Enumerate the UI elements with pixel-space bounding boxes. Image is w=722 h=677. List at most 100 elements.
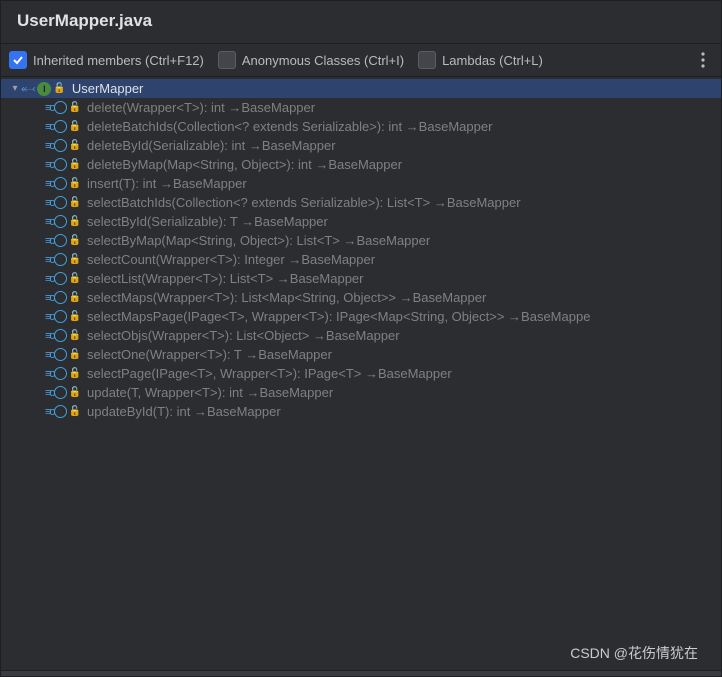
- check-icon: [418, 51, 436, 69]
- lock-icon: 🔓: [69, 216, 81, 227]
- lock-icon: 🔓: [69, 330, 81, 341]
- method-icon: [54, 348, 67, 361]
- tree-item[interactable]: ≡o 🔓 updateById(T): int →BaseMapper: [1, 402, 721, 421]
- override-icon: ≡o: [45, 216, 54, 228]
- structure-tree[interactable]: ▾ ⬷ I 🔓 UserMapper ≡o 🔓 delete(Wrapper<T>…: [1, 77, 721, 670]
- tree-item[interactable]: ≡o 🔓 selectList(Wrapper<T>): List<T> →Bas…: [1, 269, 721, 288]
- kebab-icon: [701, 52, 705, 68]
- override-icon: ≡o: [45, 140, 54, 152]
- override-icon: ≡o: [45, 254, 54, 266]
- tree-item[interactable]: ≡o 🔓 selectCount(Wrapper<T>): Integer →Ba…: [1, 250, 721, 269]
- override-icon: ≡o: [45, 197, 54, 209]
- page-title: UserMapper.java: [17, 11, 152, 30]
- method-icon: [54, 177, 67, 190]
- structure-popup: UserMapper.java Inherited members (Ctrl+…: [0, 0, 722, 677]
- override-icon: ≡o: [45, 178, 54, 190]
- check-icon: [9, 51, 27, 69]
- tree-root[interactable]: ▾ ⬷ I 🔓 UserMapper: [1, 79, 721, 98]
- node-icons: ≡o 🔓: [45, 101, 81, 114]
- tree-item[interactable]: ≡o 🔓 deleteById(Serializable): int →BaseM…: [1, 136, 721, 155]
- node-icons: ≡o 🔓: [45, 158, 81, 171]
- node-label: deleteByMap(Map<String, Object>): int →B…: [87, 157, 402, 172]
- override-icon: ≡o: [45, 349, 54, 361]
- node-icons: ≡o 🔓: [45, 348, 81, 361]
- method-icon: [54, 215, 67, 228]
- statusbar: [1, 670, 721, 676]
- tree-item[interactable]: ≡o 🔓 selectById(Serializable): T →BaseMap…: [1, 212, 721, 231]
- override-icon: ≡o: [45, 102, 54, 114]
- checkbox-label: Anonymous Classes (Ctrl+I): [242, 53, 404, 68]
- tree-item[interactable]: ≡o 🔓 deleteBatchIds(Collection<? extends …: [1, 117, 721, 136]
- tree-item[interactable]: ≡o 🔓selectOne(Wrapper<T>): T →BaseMapper: [1, 345, 721, 364]
- method-icon: [54, 291, 67, 304]
- lock-icon: 🔓: [69, 387, 81, 398]
- node-icons: ≡o 🔓: [45, 329, 81, 342]
- node-label: deleteById(Serializable): int →BaseMappe…: [87, 138, 336, 153]
- node-icons: ≡o 🔓: [45, 291, 81, 304]
- lock-icon: 🔓: [53, 83, 65, 94]
- tree-item[interactable]: ≡o 🔓update(T, Wrapper<T>): int →BaseMapp…: [1, 383, 721, 402]
- node-icons: ≡o 🔓: [45, 139, 81, 152]
- tree-item[interactable]: ≡o 🔓selectByMap(Map<String, Object>): Li…: [1, 231, 721, 250]
- method-icon: [54, 367, 67, 380]
- lambdas-checkbox[interactable]: Lambdas (Ctrl+L): [418, 51, 543, 69]
- node-label: delete(Wrapper<T>): int →BaseMapper: [87, 100, 315, 115]
- node-label: UserMapper: [72, 81, 144, 96]
- method-icon: [54, 405, 67, 418]
- node-label: selectList(Wrapper<T>): List<T> →BaseMap…: [87, 271, 364, 286]
- lock-icon: 🔓: [69, 254, 81, 265]
- toolbar: Inherited members (Ctrl+F12) Anonymous C…: [1, 44, 721, 77]
- node-icons: ≡o 🔓: [45, 234, 81, 247]
- tree-item[interactable]: ≡o 🔓 deleteByMap(Map<String, Object>): in…: [1, 155, 721, 174]
- tree-item[interactable]: ≡o 🔓 selectObjs(Wrapper<T>): List<Object>…: [1, 326, 721, 345]
- node-icons: ≡o 🔓: [45, 367, 81, 380]
- node-label: updateById(T): int →BaseMapper: [87, 404, 281, 419]
- lock-icon: 🔓: [69, 368, 81, 379]
- inherited-members-checkbox[interactable]: Inherited members (Ctrl+F12): [9, 51, 204, 69]
- node-label: deleteBatchIds(Collection<? extends Seri…: [87, 119, 492, 134]
- tree-item[interactable]: ≡o 🔓 insert(T): int →BaseMapper: [1, 174, 721, 193]
- method-icon: [54, 272, 67, 285]
- lock-icon: 🔓: [69, 121, 81, 132]
- tree-item[interactable]: ≡o 🔓selectMaps(Wrapper<T>): List<Map<Str…: [1, 288, 721, 307]
- tree-item[interactable]: ≡o 🔓 delete(Wrapper<T>): int →BaseMapper: [1, 98, 721, 117]
- method-icon: [54, 196, 67, 209]
- chevron-down-icon[interactable]: ▾: [9, 83, 21, 94]
- lock-icon: 🔓: [69, 197, 81, 208]
- interface-icon: I: [37, 82, 51, 96]
- more-button[interactable]: [693, 50, 713, 70]
- override-icon: ≡o: [45, 121, 54, 133]
- lock-icon: 🔓: [69, 159, 81, 170]
- method-icon: [54, 310, 67, 323]
- check-icon: [218, 51, 236, 69]
- override-icon: ≡o: [45, 292, 54, 304]
- node-icons: ≡o 🔓: [45, 196, 81, 209]
- node-icons: ≡o 🔓: [45, 215, 81, 228]
- override-icon: ≡o: [45, 406, 54, 418]
- checkbox-label: Inherited members (Ctrl+F12): [33, 53, 204, 68]
- node-icons: ⬷ I 🔓: [21, 81, 66, 96]
- lock-icon: 🔓: [69, 178, 81, 189]
- lock-icon: 🔓: [69, 311, 81, 322]
- override-icon: ≡o: [45, 273, 54, 285]
- method-icon: [54, 120, 67, 133]
- node-icons: ≡o 🔓: [45, 177, 81, 190]
- node-label: insert(T): int →BaseMapper: [87, 176, 247, 191]
- node-label: selectCount(Wrapper<T>): Integer →BaseMa…: [87, 252, 375, 267]
- method-icon: [54, 158, 67, 171]
- node-icons: ≡o 🔓: [45, 253, 81, 266]
- lock-icon: 🔓: [69, 102, 81, 113]
- tree-item[interactable]: ≡o 🔓selectMapsPage(IPage<T>, Wrapper<T>)…: [1, 307, 721, 326]
- node-label: selectObjs(Wrapper<T>): List<Object> →Ba…: [87, 328, 400, 343]
- anonymous-classes-checkbox[interactable]: Anonymous Classes (Ctrl+I): [218, 51, 404, 69]
- tree-item[interactable]: ≡o 🔓selectPage(IPage<T>, Wrapper<T>): IP…: [1, 364, 721, 383]
- node-icons: ≡o 🔓: [45, 272, 81, 285]
- node-icons: ≡o 🔓: [45, 120, 81, 133]
- node-label: selectById(Serializable): T →BaseMapper: [87, 214, 328, 229]
- lock-icon: 🔓: [69, 406, 81, 417]
- checkbox-label: Lambdas (Ctrl+L): [442, 53, 543, 68]
- titlebar: UserMapper.java: [1, 1, 721, 44]
- tree-item[interactable]: ≡o 🔓selectBatchIds(Collection<? extends …: [1, 193, 721, 212]
- node-icons: ≡o 🔓: [45, 386, 81, 399]
- override-icon: ≡o: [45, 330, 54, 342]
